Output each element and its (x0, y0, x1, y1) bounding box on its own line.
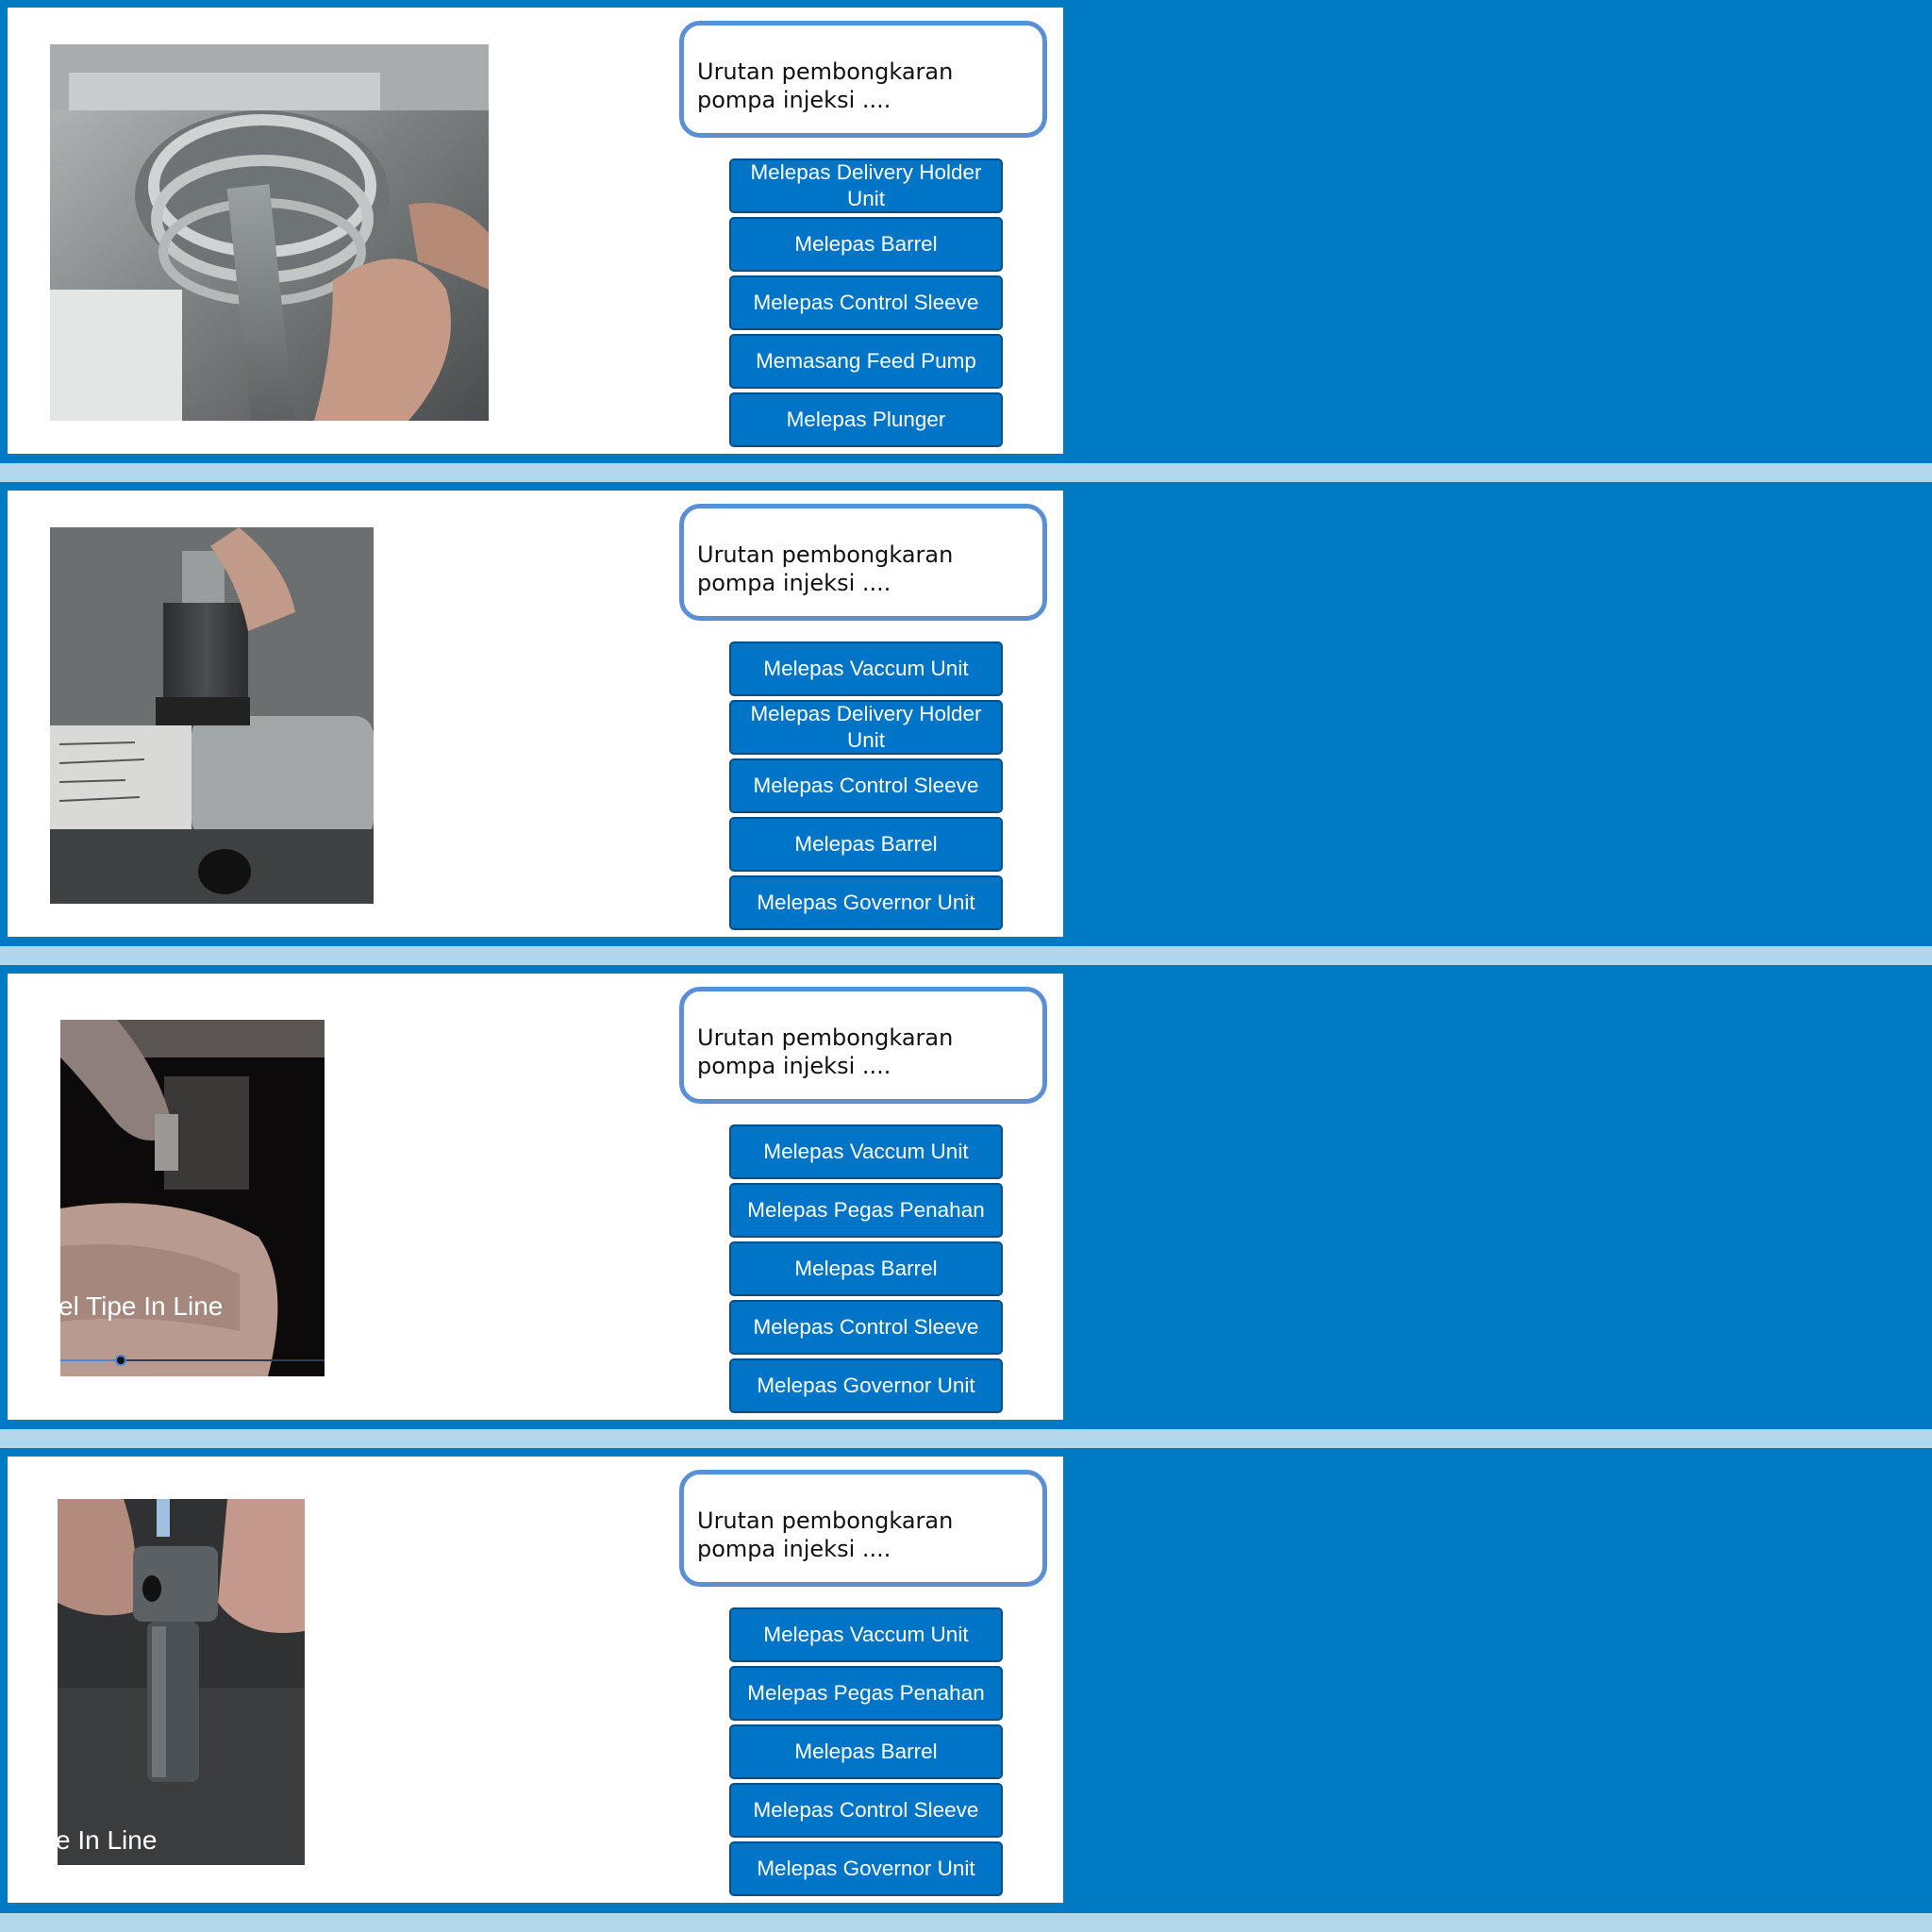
video-player[interactable]: e In Line (58, 1499, 305, 1865)
answer-option[interactable]: Melepas Control Sleeve (729, 758, 1003, 813)
answer-option[interactable]: Melepas Control Sleeve (729, 1300, 1003, 1355)
answer-option[interactable]: Melepas Pegas Penahan (729, 1183, 1003, 1238)
answer-option[interactable]: Melepas Delivery Holder Unit (729, 700, 1003, 755)
answer-option[interactable]: Melepas Pegas Penahan (729, 1666, 1003, 1721)
video-caption: e In Line (58, 1825, 158, 1855)
answer-option[interactable]: Melepas Delivery Holder Unit (729, 158, 1003, 213)
video-progress-knob[interactable] (115, 1355, 126, 1366)
answer-option[interactable]: Melepas Barrel (729, 1724, 1003, 1779)
answer-option[interactable]: Melepas Barrel (729, 1241, 1003, 1296)
question-text: Urutan pembongkaran pompa injeksi .... (679, 1470, 1047, 1587)
video-progress-fill (60, 1359, 121, 1361)
answer-option[interactable]: Melepas Plunger (729, 392, 1003, 447)
answer-option[interactable]: Melepas Control Sleeve (729, 275, 1003, 330)
quiz-slide-2: Urutan pembongkaran pompa injeksi .... M… (8, 491, 1063, 937)
slide-separator (0, 1913, 1932, 1932)
answer-option[interactable]: Melepas Vaccum Unit (729, 1124, 1003, 1179)
answer-option[interactable]: Melepas Governor Unit (729, 875, 1003, 930)
answer-option[interactable]: Melepas Vaccum Unit (729, 641, 1003, 696)
quiz-slide-4: e In Line Urutan pembongkaran pompa inje… (8, 1457, 1063, 1903)
answer-option[interactable]: Memasang Feed Pump (729, 334, 1003, 389)
answer-option[interactable]: Melepas Control Sleeve (729, 1783, 1003, 1838)
answer-option[interactable]: Melepas Vaccum Unit (729, 1607, 1003, 1662)
video-caption: el Tipe In Line (60, 1291, 224, 1321)
question-text: Urutan pembongkaran pompa injeksi .... (679, 504, 1047, 621)
slide-separator (0, 946, 1932, 965)
answer-options: Melepas Delivery Holder Unit Melepas Bar… (729, 158, 1005, 451)
answer-option[interactable]: Melepas Governor Unit (729, 1358, 1003, 1413)
answer-option[interactable]: Melepas Barrel (729, 217, 1003, 272)
injection-pump-photo (50, 44, 489, 421)
answer-option[interactable]: Melepas Governor Unit (729, 1841, 1003, 1896)
question-text: Urutan pembongkaran pompa injeksi .... (679, 21, 1047, 138)
quiz-slide-1: Urutan pembongkaran pompa injeksi .... M… (8, 8, 1063, 454)
quiz-slide-3: el Tipe In Line Urutan pembongkaran pomp… (8, 974, 1063, 1420)
answer-option[interactable]: Melepas Barrel (729, 817, 1003, 872)
answer-options: Melepas Vaccum Unit Melepas Delivery Hol… (729, 641, 1005, 934)
question-text: Urutan pembongkaran pompa injeksi .... (679, 987, 1047, 1104)
video-player[interactable]: el Tipe In Line (60, 1020, 325, 1376)
answer-options: Melepas Vaccum Unit Melepas Pegas Penaha… (729, 1607, 1005, 1900)
delivery-holder-photo (50, 527, 374, 904)
slide-separator (0, 463, 1932, 482)
answer-options: Melepas Vaccum Unit Melepas Pegas Penaha… (729, 1124, 1005, 1417)
slide-separator (0, 1429, 1932, 1448)
